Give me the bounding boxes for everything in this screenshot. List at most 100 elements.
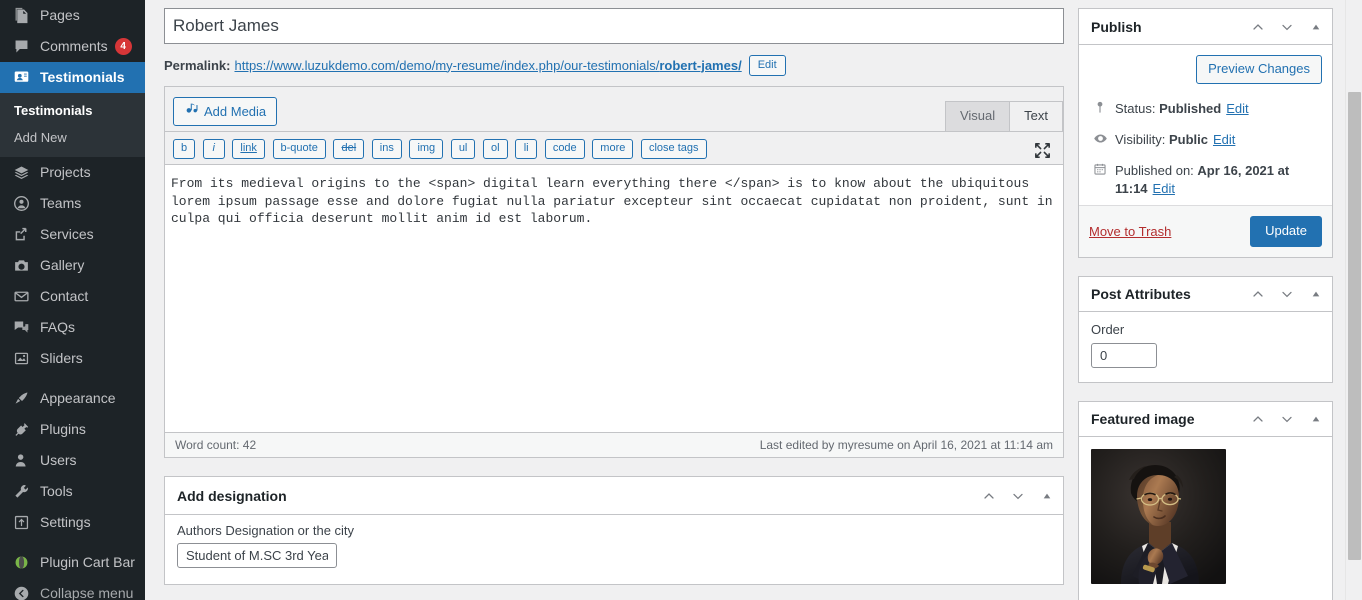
sidebar-item-plugins[interactable]: Plugins [0,414,145,445]
preview-changes-button[interactable]: Preview Changes [1196,55,1322,84]
sidebar-submenu-item-add-new[interactable]: Add New [0,124,145,151]
publish-minor-actions: Preview Changes Status: Published Edit Vi… [1079,45,1332,206]
page-scrollbar-thumb[interactable] [1348,92,1361,560]
chevron-down-icon[interactable] [1272,10,1301,43]
sidebar-item-faqs[interactable]: FAQs [0,312,145,343]
quicktag-img[interactable]: img [409,139,444,159]
publish-major-actions: Move to Trash Update [1079,206,1332,257]
sidebar-item-testimonials[interactable]: Testimonials [0,62,145,93]
quicktags-toolbar: b i link b-quote del ins img ul ol li co… [165,131,1063,164]
sidebar-item-label: Comments [40,38,108,54]
featured-image-thumbnail[interactable] [1091,449,1226,584]
fullscreen-icon[interactable] [1033,141,1053,161]
sidebar-separator [0,374,145,383]
caret-up-icon[interactable] [1301,403,1330,436]
caret-up-icon[interactable] [1032,479,1061,512]
edit-status-link[interactable]: Edit [1226,101,1248,116]
move-to-trash-link[interactable]: Move to Trash [1089,224,1171,239]
sidebar-item-pages[interactable]: Pages [0,0,145,31]
quicktag-more[interactable]: more [592,139,634,159]
chevron-up-icon[interactable] [1243,278,1272,311]
permalink-link[interactable]: https://www.luzukdemo.com/demo/my-resume… [234,58,741,73]
quicktag-link[interactable]: link [232,139,265,159]
post-title-wrap [164,8,1064,44]
publish-title: Publish [1091,18,1142,35]
designation-input[interactable] [177,543,337,568]
chevron-down-icon[interactable] [1272,403,1301,436]
sidebar-submenu-item-testimonials[interactable]: Testimonials [0,97,145,124]
caret-up-icon[interactable] [1301,278,1330,311]
post-status-row: Status: Published Edit [1089,94,1322,125]
quicktag-code[interactable]: code [544,139,585,159]
chevron-down-icon[interactable] [1003,479,1032,512]
edit-published-link[interactable]: Edit [1153,181,1175,196]
post-title-input[interactable] [173,12,1055,40]
quicktag-b[interactable]: b [173,139,196,159]
quicktag-ins[interactable]: ins [371,139,402,159]
sidebar-item-contact[interactable]: Contact [0,281,145,312]
edit-visibility-link[interactable]: Edit [1213,132,1235,147]
comments-count-badge: 4 [114,38,132,55]
post-visibility-row: Visibility: Public Edit [1089,125,1322,156]
permalink-row: Permalink: https://www.luzukdemo.com/dem… [164,53,1064,77]
chevron-up-icon[interactable] [974,479,1003,512]
sidebar-item-label: Services [40,226,94,242]
sidebar-item-sliders[interactable]: Sliders [0,343,145,374]
sidebar-item-plugin-cart-bar[interactable]: Plugin Cart Bar [0,547,145,578]
quicktag-i[interactable]: i [202,139,225,159]
publish-header: Publish [1079,9,1332,45]
post-content-column: Permalink: https://www.luzukdemo.com/dem… [164,8,1064,600]
quicktag-ol[interactable]: ol [483,139,508,159]
tools-icon [11,482,31,502]
sidebar-item-label: Users [40,452,77,468]
quicktag-ul[interactable]: ul [450,139,476,159]
add-media-label: Add Media [204,103,267,119]
comments-icon [11,37,31,57]
page-scrollbar-track[interactable] [1345,0,1362,600]
content-textarea[interactable] [171,175,1057,426]
add-media-button[interactable]: Add Media [173,97,278,126]
post-attributes-body: Order [1079,312,1332,382]
wp-admin-screen: Pages Comments 4 Testimonials Testimonia… [0,0,1362,600]
sidebar-item-projects[interactable]: Projects [0,157,145,188]
sidebar-item-appearance[interactable]: Appearance [0,383,145,414]
sidebar-item-label: Contact [40,288,89,304]
sidebar-item-tools[interactable]: Tools [0,476,145,507]
permalink-slug: robert-james/ [659,57,742,73]
settings-icon [11,513,31,533]
sidebar-item-label: Sliders [40,350,83,366]
sidebar-item-settings[interactable]: Settings [0,507,145,538]
featured-image-body: Click the image to edit or update Remove… [1079,437,1332,600]
quicktag-del[interactable]: del [333,139,365,159]
sidebar-item-comments[interactable]: Comments 4 [0,31,145,62]
sidebar-item-services[interactable]: Services [0,219,145,250]
sidebar-item-label: Gallery [40,257,85,273]
chevron-up-icon[interactable] [1243,10,1272,43]
chevron-down-icon[interactable] [1272,278,1301,311]
sidebar-item-teams[interactable]: Teams [0,188,145,219]
published-label: Published on: [1115,163,1194,178]
collapse-menu-button[interactable]: Collapse menu [0,578,145,600]
edit-permalink-button[interactable]: Edit [748,54,786,76]
chevron-up-icon[interactable] [1243,403,1272,436]
tab-text[interactable]: Text [1009,101,1063,131]
publish-handle-actions [1243,10,1330,43]
services-icon [11,225,31,245]
sidebar-item-users[interactable]: Users [0,445,145,476]
quicktag-li[interactable]: li [515,139,538,159]
tab-visual[interactable]: Visual [944,101,1011,131]
post-published-text: Published on: Apr 16, 2021 at 11:14 Edit [1115,162,1322,198]
editor-tools: Add Media Visual Text [165,87,1063,131]
caret-up-icon[interactable] [1301,10,1330,43]
post-visibility-text: Visibility: Public Edit [1115,131,1235,149]
sidebar-item-gallery[interactable]: Gallery [0,250,145,281]
order-input[interactable] [1091,343,1157,368]
sliders-icon [11,349,31,369]
calendar-icon [1091,162,1109,176]
featured-image-handle-actions [1243,403,1330,436]
quicktag-close-tags[interactable]: close tags [640,139,707,159]
designation-field-label: Authors Designation or the city [177,523,355,538]
quicktag-b-quote[interactable]: b-quote [272,139,326,159]
add-media-icon [184,101,199,121]
update-button[interactable]: Update [1250,216,1322,247]
